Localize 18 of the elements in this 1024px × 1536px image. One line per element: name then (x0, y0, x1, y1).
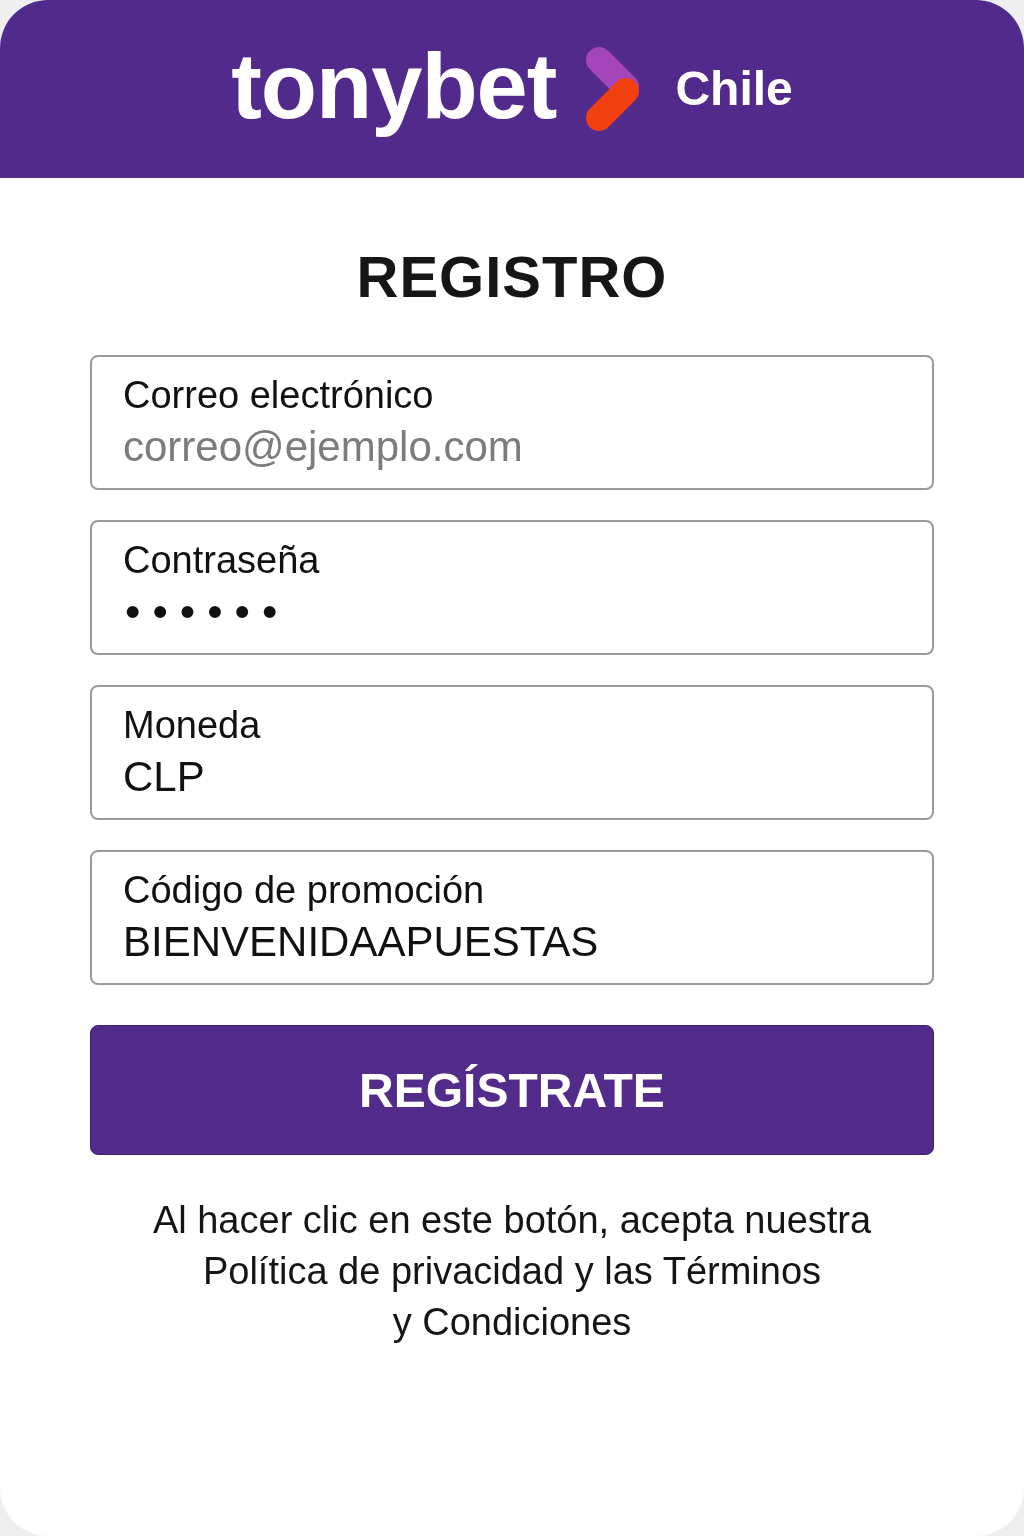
field-label: Moneda (123, 703, 262, 747)
currency-input[interactable]: CLP (123, 751, 901, 803)
field-label: Correo electrónico (123, 373, 435, 417)
register-button[interactable]: REGÍSTRATE (90, 1025, 934, 1155)
email-input[interactable]: correo@ejemplo.com (123, 421, 901, 473)
password-field[interactable]: Contraseña •••••• (90, 520, 934, 655)
promo-code-input[interactable]: BIENVENIDAAPUESTAS (123, 916, 901, 968)
logo-text: tonybet (231, 36, 557, 136)
terms-text: Al hacer clic en este botón, acepta nuestra Política de privacidad y las Términos y Condiciones (152, 1198, 872, 1345)
page-title: REGISTRO (356, 243, 668, 311)
field-label: Contraseña (123, 538, 321, 582)
password-input[interactable]: •••••• (123, 586, 903, 638)
currency-field[interactable]: Moneda CLP (90, 685, 934, 820)
email-field[interactable]: Correo electrónico correo@ejemplo.com (90, 355, 934, 490)
region-label: Chile (675, 61, 793, 117)
promo-code-field[interactable]: Código de promoción BIENVENIDAAPUESTAS (90, 850, 934, 985)
field-label: Código de promoción (123, 868, 486, 912)
chevron-logo-icon (586, 47, 640, 131)
